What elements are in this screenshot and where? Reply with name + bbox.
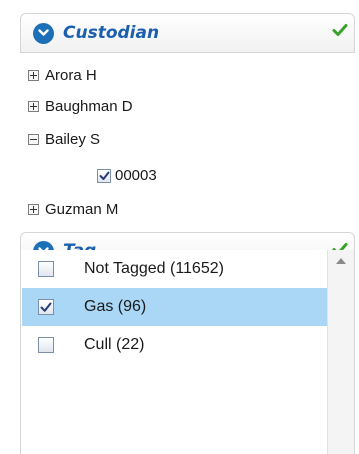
tag-list[interactable]: Not Tagged (11652) Gas (96) Cull (22) bbox=[20, 250, 355, 454]
expand-plus-icon[interactable] bbox=[28, 101, 39, 112]
tag-item-label: Not Tagged (11652) bbox=[84, 260, 224, 277]
expand-plus-icon[interactable] bbox=[28, 204, 39, 215]
tree-item-label: Arora H bbox=[45, 67, 97, 84]
tree-item-baughman-d[interactable]: Baughman D bbox=[28, 98, 133, 115]
green-check-icon bbox=[332, 23, 348, 42]
tree-item-arora-h[interactable]: Arora H bbox=[28, 67, 97, 84]
checkmark-icon bbox=[40, 302, 52, 312]
tag-item-label: Cull (22) bbox=[84, 336, 145, 353]
collapse-minus-icon[interactable] bbox=[28, 134, 39, 145]
custodian-panel-header[interactable]: Custodian bbox=[20, 13, 355, 53]
tree-item-label: Guzman M bbox=[45, 201, 119, 218]
tag-item-cull[interactable]: Cull (22) bbox=[22, 326, 327, 364]
tree-item-label: Bailey S bbox=[45, 131, 101, 148]
checkbox-not-tagged[interactable] bbox=[38, 261, 54, 277]
tree-item-label: 00003 bbox=[115, 167, 157, 184]
tree-item-00003[interactable]: 00003 bbox=[97, 167, 157, 184]
checkbox-gas[interactable] bbox=[38, 299, 54, 315]
expand-plus-icon[interactable] bbox=[28, 70, 39, 81]
scroll-up-arrow-icon[interactable] bbox=[336, 258, 346, 264]
tree-item-bailey-s[interactable]: Bailey S bbox=[28, 131, 100, 148]
tree-item-label: Baughman D bbox=[45, 98, 133, 115]
tag-item-gas[interactable]: Gas (96) bbox=[22, 288, 327, 326]
tree-item-guzman-m[interactable]: Guzman M bbox=[28, 201, 118, 218]
checkmark-icon bbox=[99, 171, 109, 180]
checkbox-cull[interactable] bbox=[38, 337, 54, 353]
chevron-down-circle-icon[interactable] bbox=[33, 22, 54, 44]
checkbox-00003[interactable] bbox=[97, 168, 111, 183]
vertical-scrollbar[interactable] bbox=[327, 250, 354, 454]
custodian-panel-title: Custodian bbox=[63, 23, 160, 43]
tag-item-not-tagged[interactable]: Not Tagged (11652) bbox=[22, 250, 327, 288]
tag-item-label: Gas (96) bbox=[84, 298, 147, 315]
